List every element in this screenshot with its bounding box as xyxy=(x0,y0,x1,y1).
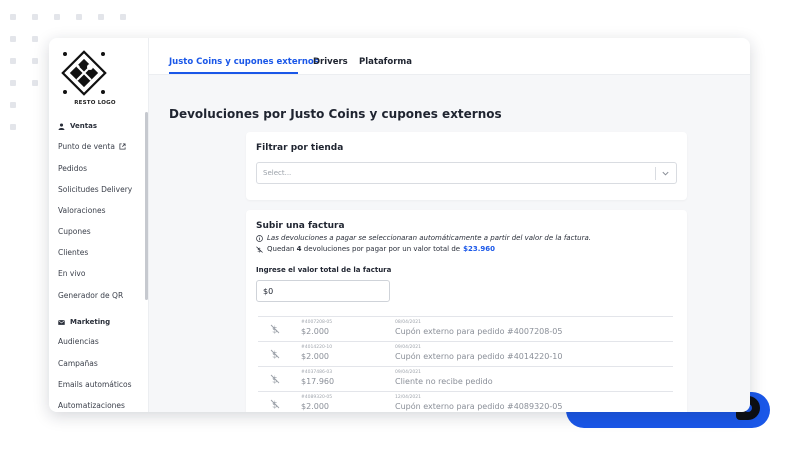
fork-spoon-logo-icon xyxy=(61,50,107,96)
sidebar-item-pedidos[interactable]: Pedidos xyxy=(58,164,87,173)
refund-date: 09/04/2021 xyxy=(395,345,421,350)
sidebar-item-emails-automaticos[interactable]: Emails automáticos xyxy=(58,380,132,389)
logo-label: RESTO LOGO xyxy=(74,100,116,106)
sidebar-item-label: En vivo xyxy=(58,269,86,278)
resto-logo: RESTO LOGO xyxy=(61,50,116,106)
refund-description: Cupón externo para pedido #4007208-05 xyxy=(395,327,563,336)
refund-row: $ #4007208-05 $2.000 08/04/2021 Cupón ex… xyxy=(258,316,673,341)
info-icon xyxy=(256,234,263,242)
sidebar-item-solicitudes-delivery[interactable]: Solicitudes Delivery xyxy=(58,185,132,194)
sidebar-item-valoraciones[interactable]: Valoraciones xyxy=(58,206,106,215)
sidebar-scrollbar[interactable] xyxy=(145,112,148,300)
pending-total: $23.960 xyxy=(463,245,495,253)
app-window: RESTO LOGO Ventas Punto de venta Pedidos… xyxy=(49,38,750,412)
mail-icon xyxy=(58,319,65,325)
sidebar-item-label: Valoraciones xyxy=(58,206,106,215)
store-select-placeholder: Select... xyxy=(263,169,292,177)
invoice-info-line: Las devoluciones a pagar se seleccionara… xyxy=(256,234,591,242)
external-link-icon xyxy=(119,143,126,150)
refund-amount: $2.000 xyxy=(301,402,329,411)
refund-amount: $2.000 xyxy=(301,327,329,336)
refund-row: $ #4089320-05 $2.000 12/04/2021 Cupón ex… xyxy=(258,391,673,412)
sidebar-item-label: Pedidos xyxy=(58,164,87,173)
sidebar-item-punto-de-venta[interactable]: Punto de venta xyxy=(58,142,126,151)
store-select[interactable]: Select... xyxy=(256,162,677,184)
sidebar-item-label: Automatizaciones xyxy=(58,401,125,410)
no-money-icon: $ xyxy=(270,399,280,409)
refund-amount: $17.960 xyxy=(301,377,335,386)
no-money-icon: $ xyxy=(270,374,280,384)
sidebar-item-label: Cupones xyxy=(58,227,91,236)
refund-description: Cupón externo para pedido #4014220-10 xyxy=(395,352,563,361)
sidebar-section-ventas: Ventas xyxy=(58,122,97,130)
refund-description: Cliente no recibe pedido xyxy=(395,377,493,386)
refund-code: #4089320-05 xyxy=(301,395,333,400)
amount-label: Ingrese el valor total de la factura xyxy=(256,266,392,274)
refund-date: 12/04/2021 xyxy=(395,395,421,400)
page-title: Devoluciones por Justo Coins y cupones e… xyxy=(169,107,502,121)
refund-description: Cupón externo para pedido #4089320-05 xyxy=(395,402,563,411)
sidebar-item-audiencias[interactable]: Audiencias xyxy=(58,337,99,346)
sidebar-item-label: Campañas xyxy=(58,359,98,368)
tab-justo-coins[interactable]: Justo Coins y cupones externos xyxy=(169,57,319,67)
sidebar-item-label: Solicitudes Delivery xyxy=(58,185,133,194)
pending-middle: devoluciones por pagar por un valor tota… xyxy=(303,245,461,253)
refund-code: #4037486-03 xyxy=(301,370,333,375)
tab-plataforma[interactable]: Plataforma xyxy=(359,57,412,67)
refund-row: $ #4037486-03 $17.960 09/04/2021 Cliente… xyxy=(258,366,673,391)
chevron-down-icon[interactable] xyxy=(661,169,670,178)
sidebar-section-label: Ventas xyxy=(70,122,98,130)
refund-row: $ #4014220-10 $2.000 09/04/2021 Cupón ex… xyxy=(258,341,673,366)
sidebar-item-campanas[interactable]: Campañas xyxy=(58,359,98,368)
sidebar: RESTO LOGO Ventas Punto de venta Pedidos… xyxy=(49,38,149,412)
user-icon xyxy=(58,122,65,130)
refund-code: #4007208-05 xyxy=(301,320,333,325)
tab-bar: Justo Coins y cupones externos Drivers P… xyxy=(149,38,750,75)
sidebar-item-automatizaciones[interactable]: Automatizaciones xyxy=(58,401,125,410)
sidebar-section-marketing: Marketing xyxy=(58,318,110,326)
refund-date: 09/04/2021 xyxy=(395,370,421,375)
no-money-icon: $ xyxy=(270,324,280,334)
invoice-info-text: Las devoluciones a pagar se seleccionara… xyxy=(267,234,591,242)
select-divider xyxy=(655,167,656,180)
invoice-title: Subir una factura xyxy=(256,221,345,231)
active-tab-indicator xyxy=(169,72,298,74)
no-money-icon: $ xyxy=(270,349,280,359)
invoice-amount-input[interactable] xyxy=(256,280,390,302)
sidebar-item-label: Audiencias xyxy=(58,337,99,346)
pending-refunds-line: $ Quedan 4 devoluciones por pagar por un… xyxy=(256,245,495,253)
sidebar-item-label: Clientes xyxy=(58,248,89,257)
sidebar-section-label: Marketing xyxy=(70,318,111,326)
no-money-icon: $ xyxy=(256,245,263,253)
sidebar-item-cupones[interactable]: Cupones xyxy=(58,227,91,236)
filter-card: Filtrar por tienda Select... xyxy=(246,132,687,200)
tab-drivers[interactable]: Drivers xyxy=(313,57,348,67)
sidebar-item-generador-de-qr[interactable]: Generador de QR xyxy=(58,291,123,300)
invoice-card: Subir una factura Las devoluciones a pag… xyxy=(246,210,687,412)
refund-date: 08/04/2021 xyxy=(395,320,421,325)
sidebar-item-label: Emails automáticos xyxy=(58,380,132,389)
refund-amount: $2.000 xyxy=(301,352,329,361)
sidebar-item-label: Generador de QR xyxy=(58,291,124,300)
filter-title: Filtrar por tienda xyxy=(256,143,344,153)
refund-code: #4014220-10 xyxy=(301,345,333,350)
sidebar-item-en-vivo[interactable]: En vivo xyxy=(58,269,85,278)
sidebar-item-label: Punto de venta xyxy=(58,142,115,151)
pending-count: 4 xyxy=(296,245,302,253)
pending-prefix: Quedan xyxy=(267,245,295,253)
sidebar-item-clientes[interactable]: Clientes xyxy=(58,248,88,257)
